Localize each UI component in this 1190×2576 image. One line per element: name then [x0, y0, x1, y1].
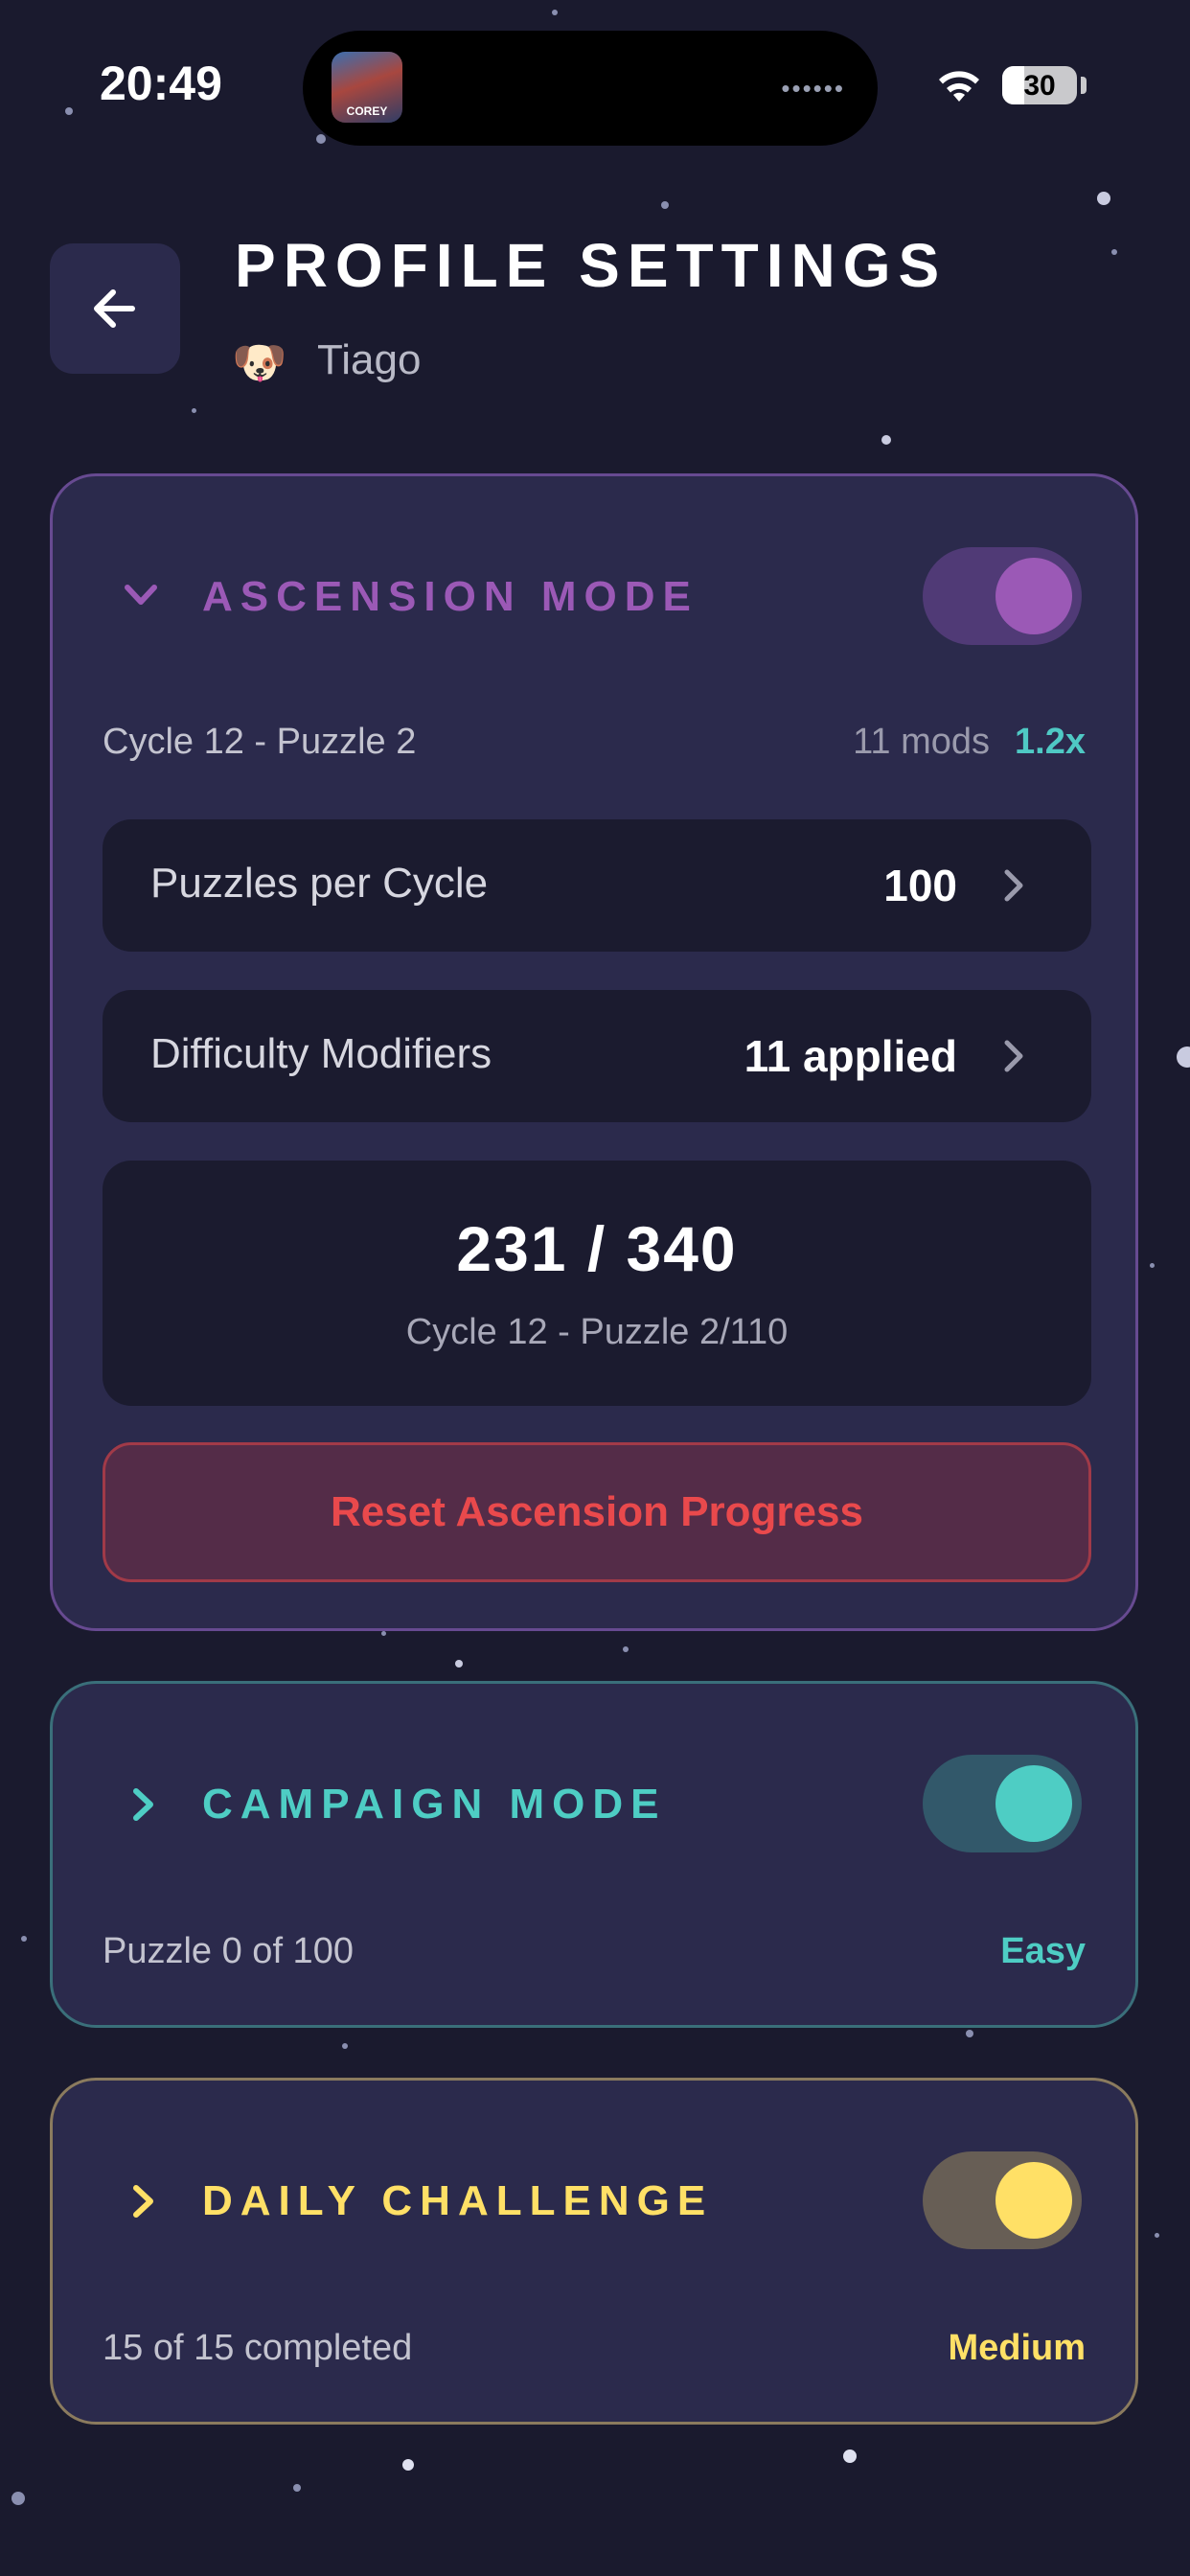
reset-ascension-label: Reset Ascension Progress	[331, 1488, 863, 1535]
chevron-right-icon[interactable]	[122, 2180, 164, 2222]
ascension-progress-panel: 231 / 340 Cycle 12 - Puzzle 2/110	[103, 1161, 1091, 1406]
chevron-right-icon	[1004, 869, 1023, 902]
chevron-down-icon[interactable]	[120, 574, 162, 616]
toggle-knob	[995, 2162, 1072, 2239]
ascension-mode-toggle[interactable]	[923, 547, 1082, 645]
page-title: PROFILE SETTINGS	[235, 231, 948, 300]
toggle-knob	[995, 558, 1072, 634]
campaign-difficulty: Easy	[1000, 1931, 1086, 1971]
campaign-progress: Puzzle 0 of 100	[103, 1931, 354, 1971]
reset-ascension-button[interactable]: Reset Ascension Progress	[103, 1442, 1091, 1582]
daily-challenge-card: DAILY CHALLENGE 15 of 15 completed Mediu…	[50, 2078, 1138, 2425]
daily-challenge-toggle[interactable]	[923, 2151, 1082, 2249]
toggle-knob	[995, 1765, 1072, 1842]
ascension-mods-summary: 11 mods 1.2x	[853, 722, 1086, 763]
ascension-mode-title[interactable]: ASCENSION MODE	[202, 573, 698, 621]
daily-challenge-title[interactable]: DAILY CHALLENGE	[202, 2177, 713, 2225]
now-playing-app-icon[interactable]: COREY	[332, 52, 402, 123]
difficulty-modifiers-row[interactable]: Difficulty Modifiers 11 applied	[103, 990, 1091, 1122]
chevron-right-icon[interactable]	[122, 1783, 164, 1826]
dynamic-island: COREY ••••••	[303, 31, 878, 146]
status-time: 20:49	[100, 57, 222, 110]
row-label: Difficulty Modifiers	[150, 1030, 492, 1077]
activity-indicator: ••••••	[781, 74, 845, 103]
battery-cap	[1081, 77, 1087, 94]
battery-level: 30	[1023, 70, 1056, 102]
campaign-mode-toggle[interactable]	[923, 1755, 1082, 1852]
score-multiplier: 1.2x	[1015, 722, 1086, 762]
back-button[interactable]	[50, 243, 180, 374]
username: Tiago	[317, 336, 422, 383]
ascension-progress-total: 231 / 340	[456, 1213, 738, 1284]
daily-progress: 15 of 15 completed	[103, 2328, 413, 2368]
arrow-left-icon	[94, 289, 135, 328]
wifi-icon	[939, 71, 979, 102]
campaign-mode-title[interactable]: CAMPAIGN MODE	[202, 1781, 667, 1828]
puzzles-per-cycle-row[interactable]: Puzzles per Cycle 100	[103, 819, 1091, 952]
ascension-mode-card: ASCENSION MODE Cycle 12 - Puzzle 2 11 mo…	[50, 473, 1138, 1631]
mods-count: 11 mods	[853, 722, 991, 762]
ascension-cycle-label: Cycle 12 - Puzzle 2	[103, 722, 417, 762]
row-value: 100	[883, 861, 957, 910]
avatar: 🐶	[232, 337, 287, 387]
campaign-mode-card: CAMPAIGN MODE Puzzle 0 of 100 Easy	[50, 1681, 1138, 2028]
ascension-progress-detail: Cycle 12 - Puzzle 2/110	[405, 1312, 789, 1352]
row-label: Puzzles per Cycle	[150, 860, 489, 907]
battery-icon: 30	[1002, 66, 1077, 104]
row-value: 11 applied	[744, 1031, 957, 1081]
app-icon-label: COREY	[346, 104, 388, 118]
chevron-right-icon	[1004, 1040, 1023, 1072]
daily-difficulty: Medium	[948, 2328, 1086, 2368]
